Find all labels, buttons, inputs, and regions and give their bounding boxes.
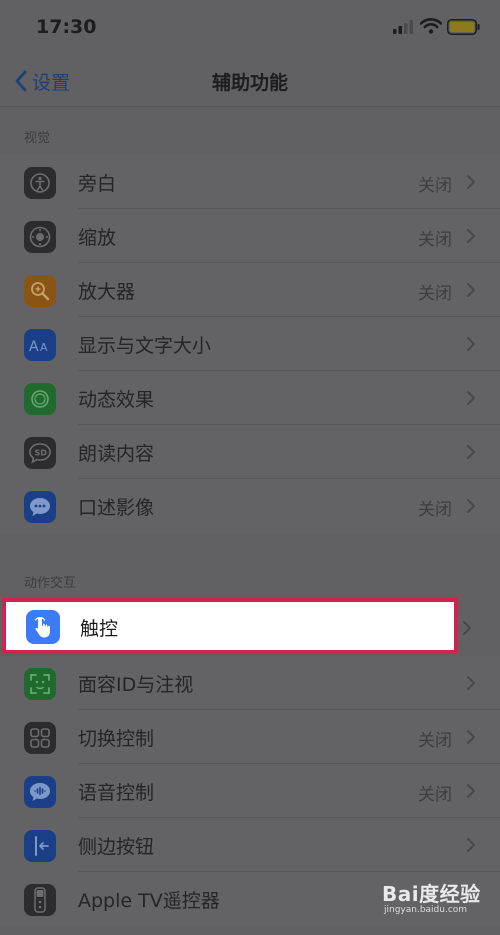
settings-row-value: 关闭 <box>418 500 452 520</box>
wifi-icon <box>420 18 442 34</box>
svg-text:A: A <box>29 339 39 355</box>
settings-row-face-id-attention[interactable]: 面容ID与注视 <box>0 656 500 710</box>
navigation-bar: 设置 辅助功能 <box>0 56 500 107</box>
motion-icon <box>24 383 56 415</box>
settings-row-label: Apple TV遥控器 <box>78 890 220 912</box>
settings-row-label: 放大器 <box>78 281 136 303</box>
chevron-right-icon <box>467 175 475 189</box>
magnifier-icon <box>24 275 56 307</box>
spoken-content-icon: SD <box>24 437 56 469</box>
status-bar: 17:30 <box>0 0 500 56</box>
chevron-right-icon <box>467 445 475 459</box>
settings-row-voiceover[interactable]: 旁白 关闭 <box>0 155 500 209</box>
watermark-url: jingyan.baidu.com <box>384 905 468 915</box>
settings-row-value: 关闭 <box>418 284 452 304</box>
zoom-icon <box>24 221 56 253</box>
settings-row-label: 朗读内容 <box>78 443 155 465</box>
touch-hand-icon <box>26 610 60 644</box>
settings-row-audio-descriptions[interactable]: 口述影像 关闭 <box>0 479 500 533</box>
face-id-icon <box>24 668 56 700</box>
settings-row-zoom[interactable]: 缩放 关闭 <box>0 209 500 263</box>
chevron-right-icon <box>467 337 475 351</box>
chevron-right-icon <box>467 838 475 852</box>
status-time: 17:30 <box>36 16 97 38</box>
text-size-icon: AA <box>24 329 56 361</box>
settings-row-label: 切换控制 <box>78 728 155 750</box>
settings-row-label: 触控 <box>80 618 119 640</box>
settings-row-switch-control[interactable]: 切换控制 关闭 <box>0 710 500 764</box>
baidu-jingyan-watermark: Bai度经验 jingyan.baidu.com <box>382 878 481 915</box>
settings-row-label: 口述影像 <box>78 497 155 519</box>
chevron-right-icon <box>467 784 475 798</box>
audio-description-icon <box>24 491 56 523</box>
chevron-right-icon <box>463 621 471 635</box>
settings-row-motion[interactable]: 动态效果 <box>0 371 500 425</box>
settings-row-label: 动态效果 <box>78 389 155 411</box>
settings-row-value: 关闭 <box>418 176 452 196</box>
apple-tv-remote-icon <box>24 884 56 916</box>
settings-row-label: 旁白 <box>78 173 117 195</box>
svg-text:A: A <box>40 341 48 354</box>
settings-row-voice-control[interactable]: 语音控制 关闭 <box>0 764 500 818</box>
settings-row-value: 关闭 <box>418 785 452 805</box>
settings-row-magnifier[interactable]: 放大器 关闭 <box>0 263 500 317</box>
settings-row-spoken-content[interactable]: SD 朗读内容 <box>0 425 500 479</box>
chevron-right-icon <box>467 499 475 513</box>
section-header-vision: 视觉 <box>24 131 51 146</box>
chevron-right-icon <box>467 391 475 405</box>
chevron-right-icon <box>467 229 475 243</box>
settings-row-value: 关闭 <box>418 230 452 250</box>
settings-row-value: 关闭 <box>418 731 452 751</box>
settings-row-label: 缩放 <box>78 227 117 249</box>
section-header-physical-motor: 动作交互 <box>24 576 77 591</box>
settings-row-label: 侧边按钮 <box>78 836 155 858</box>
settings-row-label: 面容ID与注视 <box>78 674 194 696</box>
chevron-right-icon <box>467 676 475 690</box>
switch-control-icon <box>24 722 56 754</box>
chevron-right-icon <box>467 283 475 297</box>
settings-row-label: 显示与文字大小 <box>78 335 212 357</box>
cellular-signal-icon <box>393 20 413 34</box>
voice-control-icon <box>24 776 56 808</box>
settings-row-label: 语音控制 <box>78 782 155 804</box>
settings-row-display-text-size[interactable]: AA 显示与文字大小 <box>0 317 500 371</box>
page-title: 辅助功能 <box>211 72 288 94</box>
battery-icon <box>447 19 480 35</box>
settings-row-side-button[interactable]: 侧边按钮 <box>0 818 500 872</box>
settings-row-touch-highlighted[interactable]: 触控 <box>2 598 458 654</box>
vision-settings-list: 旁白 关闭 缩放 关闭 放大器 关闭 AA 显示与文字大小 动态效果 SD 朗读… <box>0 155 500 533</box>
chevron-right-icon <box>467 730 475 744</box>
voiceover-icon <box>24 167 56 199</box>
side-button-icon <box>24 830 56 862</box>
watermark-brand: Bai度经验 <box>382 882 481 906</box>
svg-text:SD: SD <box>35 449 48 458</box>
